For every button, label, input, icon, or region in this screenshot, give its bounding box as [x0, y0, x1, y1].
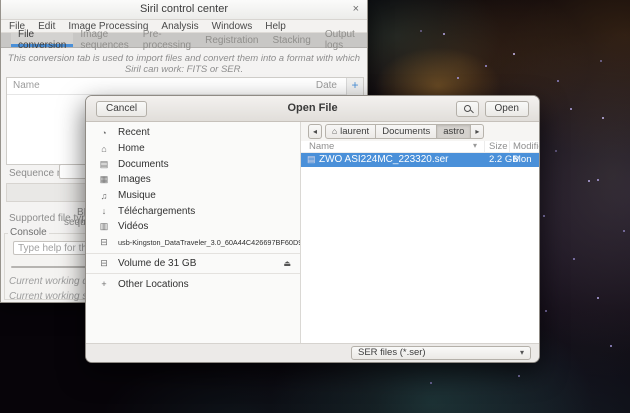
source-list-header: Name Date + — [7, 78, 363, 95]
file-row-selected[interactable]: ▤ ZWO ASI224MC_223320.ser 2.2 GB Mon — [301, 153, 539, 167]
sidebar-item-label: Other Locations — [118, 279, 189, 290]
breadcrumb-label: laurent — [340, 126, 369, 137]
home-icon: ⌂ — [332, 126, 337, 136]
dialog-footer: SER files (*.ser) ▾ — [86, 343, 539, 362]
sidebar-item-label: Documents — [118, 159, 169, 170]
chevron-down-icon: ▾ — [520, 347, 524, 359]
console-label: Console — [8, 227, 49, 238]
siril-titlebar[interactable]: Siril control center × — [1, 0, 367, 20]
window-title: Siril control center — [140, 3, 228, 15]
dialog-headerbar[interactable]: Open File Cancel Open — [86, 96, 539, 122]
sidebar-item-label: Musique — [118, 190, 156, 201]
sort-descending-icon[interactable]: ▾ — [473, 141, 477, 150]
tab-strip: File conversion Image sequences Pre-proc… — [1, 33, 367, 48]
add-files-button[interactable]: + — [346, 78, 363, 95]
places-sidebar: ◔ Recent ⌂ Home ▤ Documents ▦ Images ♫ M… — [86, 122, 301, 343]
filter-value: SER files (*.ser) — [358, 347, 426, 358]
column-divider — [509, 141, 510, 152]
open-file-dialog: Open File Cancel Open ◔ Recent ⌂ Home ▤ … — [85, 95, 540, 363]
tab-image-sequences[interactable]: Image sequences — [73, 33, 135, 47]
file-browser-pane: ◂ ⌂laurent Documents astro ▸ Name ▾ Size… — [301, 122, 539, 343]
breadcrumb-label: Documents — [382, 126, 430, 137]
tab-registration[interactable]: Registration — [198, 33, 265, 47]
home-icon: ⌂ — [98, 144, 110, 154]
sidebar-item-volume[interactable]: ⊟ Volume de 31 GB ⏏ — [86, 256, 300, 272]
menu-windows[interactable]: Windows — [212, 21, 253, 32]
sidebar-item-label: Téléchargements — [118, 206, 195, 217]
tab-file-conversion[interactable]: File conversion — [11, 33, 73, 47]
column-size[interactable]: Size — [489, 141, 507, 152]
sidebar-item-other-locations[interactable]: + Other Locations — [86, 276, 300, 292]
documents-icon: ▤ — [98, 159, 110, 170]
cancel-button[interactable]: Cancel — [96, 101, 147, 117]
eject-icon[interactable]: ⏏ — [283, 259, 291, 268]
breadcrumb-astro[interactable]: astro — [437, 124, 471, 139]
sidebar-item-label: Recent — [118, 127, 150, 138]
source-col-date[interactable]: Date — [316, 80, 337, 91]
sidebar-item-label: Vidéos — [118, 221, 148, 232]
recent-icon: ◔ — [98, 128, 110, 138]
sidebar-item-label: Home — [118, 143, 145, 154]
source-col-name[interactable]: Name — [13, 80, 40, 91]
volume-icon: ⊟ — [98, 258, 110, 269]
sidebar-item-label: usb-Kingston_DataTraveler_3.0_60A44C4266… — [118, 238, 300, 247]
sidebar-item-label: Volume de 31 GB — [118, 258, 196, 269]
file-name: ZWO ASI224MC_223320.ser — [319, 154, 449, 165]
menu-help[interactable]: Help — [265, 21, 286, 32]
breadcrumb-label: astro — [443, 126, 464, 137]
sidebar-item-usb-drive[interactable]: ⊟ usb-Kingston_DataTraveler_3.0_60A44C42… — [86, 235, 300, 251]
chevron-right-icon[interactable]: ▸ — [471, 124, 484, 139]
sidebar-item-music[interactable]: ♫ Musique — [86, 188, 300, 204]
column-modified[interactable]: Modified — [513, 141, 540, 152]
file-icon: ▤ — [307, 154, 316, 165]
path-bar: ◂ ⌂laurent Documents astro ▸ — [301, 122, 539, 141]
tab-description: This conversion tab is used to import fi… — [1, 53, 367, 75]
sidebar-item-recent[interactable]: ◔ Recent — [86, 125, 300, 141]
back-button[interactable]: ◂ — [308, 124, 322, 139]
sidebar-separator — [86, 253, 300, 254]
usb-drive-icon: ⊟ — [98, 237, 110, 248]
images-icon: ▦ — [98, 174, 110, 185]
sidebar-item-label: Images — [118, 174, 151, 185]
sidebar-item-videos[interactable]: ▥ Vidéos — [86, 219, 300, 235]
sidebar-item-home[interactable]: ⌂ Home — [86, 141, 300, 157]
tab-stacking[interactable]: Stacking — [265, 33, 317, 47]
dialog-body: ◔ Recent ⌂ Home ▤ Documents ▦ Images ♫ M… — [86, 122, 539, 343]
sidebar-item-documents[interactable]: ▤ Documents — [86, 156, 300, 172]
tab-pre-processing[interactable]: Pre-processing — [136, 33, 198, 47]
tab-output-logs[interactable]: Output logs — [318, 33, 362, 47]
other-locations-icon: + — [98, 279, 110, 289]
open-button[interactable]: Open — [485, 101, 529, 117]
music-icon: ♫ — [98, 191, 110, 201]
downloads-icon: ↓ — [98, 206, 110, 216]
file-list-header: Name ▾ Size Modified — [301, 141, 539, 153]
breadcrumb-home[interactable]: ⌂laurent — [325, 124, 376, 139]
column-divider — [484, 141, 485, 152]
sidebar-item-downloads[interactable]: ↓ Téléchargements — [86, 203, 300, 219]
file-type-filter-dropdown[interactable]: SER files (*.ser) ▾ — [351, 346, 531, 360]
breadcrumb: ⌂laurent Documents astro ▸ — [325, 124, 484, 139]
close-icon[interactable]: × — [353, 0, 359, 19]
sidebar-separator — [86, 273, 300, 274]
videos-icon: ▥ — [98, 221, 110, 232]
search-button[interactable] — [456, 101, 479, 117]
search-icon — [464, 105, 471, 112]
file-modified: Mon — [513, 154, 531, 165]
breadcrumb-documents[interactable]: Documents — [376, 124, 437, 139]
column-name[interactable]: Name — [309, 141, 334, 152]
chevron-left-icon: ◂ — [313, 127, 317, 136]
sidebar-item-images[interactable]: ▦ Images — [86, 172, 300, 188]
